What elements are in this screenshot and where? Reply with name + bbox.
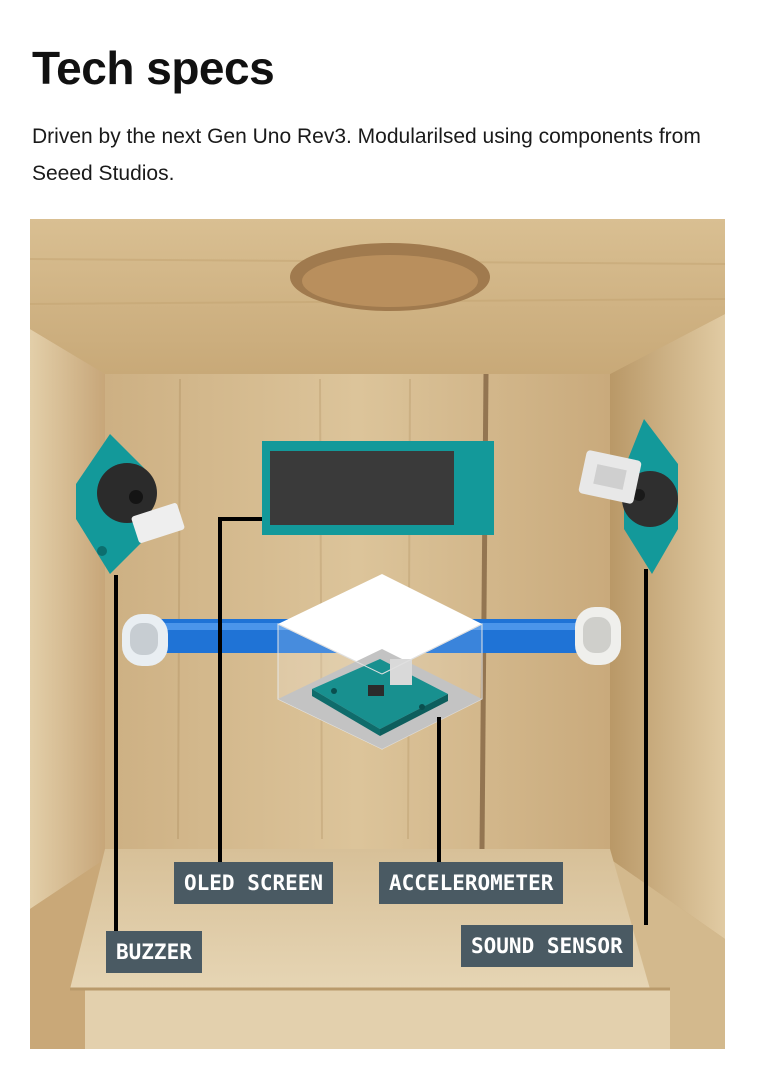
page-description: Driven by the next Gen Uno Rev3. Modular… bbox=[32, 125, 701, 185]
left-panel bbox=[30, 329, 105, 909]
right-panel bbox=[610, 314, 725, 939]
cable-clip-left bbox=[122, 614, 168, 666]
oled-screen-label: OLED SCREEN bbox=[174, 862, 334, 904]
oled-screen-module bbox=[262, 441, 494, 535]
sound-sensor-label: SOUND SENSOR bbox=[461, 925, 633, 967]
buzzer-label: BUZZER bbox=[106, 931, 202, 973]
page-title: Tech specs bbox=[32, 42, 275, 94]
tech-specs-section: Tech specs Driven by the next Gen Uno Re… bbox=[0, 0, 757, 1083]
birdhouse-figure: OLED SCREEN ACCELEROMETER BUZZER SOUND S… bbox=[30, 219, 725, 1049]
accelerometer-label: ACCELEROMETER bbox=[379, 862, 564, 904]
cable-clip-right bbox=[575, 607, 621, 665]
